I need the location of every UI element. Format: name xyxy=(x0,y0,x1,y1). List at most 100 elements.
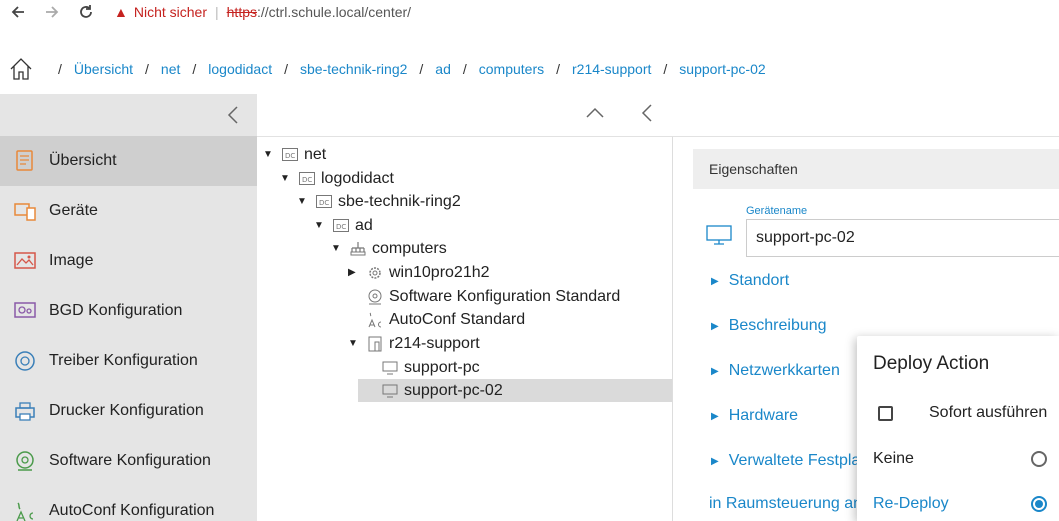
chevron-left-icon xyxy=(641,103,652,122)
immediate-checkbox[interactable] xyxy=(878,405,893,421)
deploy-action-popup: Deploy Action Sofort ausführen Keine Re-… xyxy=(857,336,1059,521)
reload-button[interactable] xyxy=(76,2,96,22)
section-hardware[interactable]: ▶ Hardware xyxy=(711,407,798,425)
sidebar-item-autoconf-config[interactable]: AutoConf Konfiguration xyxy=(0,486,257,521)
expand-toggle-icon[interactable]: ▼ xyxy=(314,220,326,231)
autoconf-config-icon xyxy=(12,498,38,521)
breadcrumb-separator: / xyxy=(419,61,424,77)
breadcrumb-separator: / xyxy=(58,61,62,77)
breadcrumb-separator: / xyxy=(192,61,197,77)
breadcrumb-item-computers[interactable]: computers xyxy=(479,61,544,77)
sidebar-item-overview[interactable]: Übersicht xyxy=(0,136,257,186)
breadcrumb-separator: / xyxy=(462,61,467,77)
sidebar-item-label: Geräte xyxy=(49,202,98,219)
breadcrumb-item-sbe-technik-ring2[interactable]: sbe-technik-ring2 xyxy=(300,61,407,77)
sidebar-item-devices[interactable]: Geräte xyxy=(0,186,257,236)
tree-node-software-standard[interactable]: Software Konfiguration Standard xyxy=(367,285,620,308)
sidebar-item-label: Image xyxy=(49,252,94,269)
url-path: ://ctrl.schule.local/center/ xyxy=(257,4,412,20)
room-control-link[interactable]: in Raumsteuerung an xyxy=(709,495,862,513)
driver-config-icon xyxy=(12,348,38,374)
option-none[interactable]: Keine xyxy=(857,439,1059,479)
sidebar: Übersicht Geräte Image BGD Konfiguration… xyxy=(0,94,257,521)
immediate-option[interactable]: Sofort ausführen xyxy=(857,393,1059,433)
devices-icon xyxy=(12,198,38,224)
expand-toggle-icon[interactable]: ▼ xyxy=(331,243,343,254)
collapse-up-button[interactable] xyxy=(585,106,605,124)
sidebar-item-printer-config[interactable]: Drucker Konfiguration xyxy=(0,386,257,436)
breadcrumb-separator: / xyxy=(663,61,668,77)
expand-toggle-icon[interactable]: ▶ xyxy=(348,267,360,278)
sidebar-item-bgd-config[interactable]: BGD Konfiguration xyxy=(0,286,257,336)
tree-node-sbe-technik-ring2[interactable]: ▼ DC sbe-technik-ring2 xyxy=(297,190,461,213)
sidebar-collapse-button[interactable] xyxy=(0,94,257,136)
breadcrumb-separator: / xyxy=(556,61,560,77)
breadcrumb-item-overview[interactable]: Übersicht xyxy=(74,61,133,77)
tree-node-support-pc-02[interactable]: support-pc-02 xyxy=(358,379,672,402)
section-standort[interactable]: ▶ Standort xyxy=(711,272,789,290)
breadcrumb-item-net[interactable]: net xyxy=(161,61,180,77)
monitor-icon xyxy=(382,383,398,399)
sidebar-item-image[interactable]: Image xyxy=(0,236,257,286)
tree-node-autoconf-standard[interactable]: AutoConf Standard xyxy=(367,308,525,331)
device-name-field[interactable]: support-pc-02 xyxy=(746,219,1059,257)
sidebar-item-driver-config[interactable]: Treiber Konfiguration xyxy=(0,336,257,386)
address-separator: | xyxy=(215,4,219,20)
option-redeploy[interactable]: Re-Deploy xyxy=(857,484,1059,521)
tree-node-win10pro21h2[interactable]: ▶ win10pro21h2 xyxy=(348,261,490,284)
sidebar-item-label: AutoConf Konfiguration xyxy=(49,502,215,519)
tree-node-label: AutoConf Standard xyxy=(389,310,526,328)
forward-button[interactable] xyxy=(42,2,62,22)
expand-toggle-icon[interactable]: ▼ xyxy=(263,149,275,160)
section-label: Hardware xyxy=(728,407,799,424)
expand-toggle-icon[interactable]: ▼ xyxy=(297,196,309,207)
breadcrumb-item-support-pc-02[interactable]: support-pc-02 xyxy=(679,61,765,77)
tree-node-label: support-pc xyxy=(404,358,480,376)
back-button[interactable] xyxy=(8,2,28,22)
radio-button[interactable] xyxy=(1031,451,1047,467)
sidebar-item-label: BGD Konfiguration xyxy=(49,302,183,319)
bgd-config-icon xyxy=(12,298,38,324)
arrow-right-icon xyxy=(46,6,59,18)
address-bar[interactable]: ▲ Nicht sicher | https ://ctrl.schule.lo… xyxy=(114,4,411,20)
svg-text:DC: DC xyxy=(336,223,346,231)
tree-view: ▼ DC net ▼ DC logodidact ▼ DC sbe-techni… xyxy=(257,136,673,521)
dc-icon: DC xyxy=(299,171,315,187)
expand-toggle-icon[interactable]: ▼ xyxy=(280,173,292,184)
tree-node-ad[interactable]: ▼ DC ad xyxy=(314,214,373,237)
breadcrumb-separator: / xyxy=(284,61,288,77)
monitor-icon xyxy=(706,225,732,245)
tree-node-logodidact[interactable]: ▼ DC logodidact xyxy=(280,167,394,190)
tree-node-support-pc[interactable]: support-pc xyxy=(382,356,672,379)
tree-node-computers[interactable]: ▼ computers xyxy=(331,237,447,260)
section-managed-disks[interactable]: ▶ Verwaltete Festpla xyxy=(711,452,860,470)
tree-node-net[interactable]: ▼ DC net xyxy=(263,143,326,166)
breadcrumb-separator: / xyxy=(145,61,149,77)
option-label: Re-Deploy xyxy=(873,495,949,512)
radio-button-selected[interactable] xyxy=(1031,496,1047,512)
sidebar-item-software-config[interactable]: Software Konfiguration xyxy=(0,436,257,486)
home-icon[interactable] xyxy=(8,56,34,82)
security-label[interactable]: Nicht sicher xyxy=(134,4,207,20)
chevron-left-icon xyxy=(227,106,238,124)
section-netzwerkkarten[interactable]: ▶ Netzwerkkarten xyxy=(711,362,840,380)
tree-node-label: net xyxy=(304,145,327,163)
immediate-label: Sofort ausführen xyxy=(929,404,1048,421)
svg-text:DC: DC xyxy=(302,176,312,184)
breadcrumb-item-r214-support[interactable]: r214-support xyxy=(572,61,651,77)
tree-node-label: support-pc-02 xyxy=(404,381,503,399)
url-protocol: https xyxy=(226,4,257,20)
section-beschreibung[interactable]: ▶ Beschreibung xyxy=(711,317,827,335)
breadcrumb-item-ad[interactable]: ad xyxy=(435,61,451,77)
collapse-left-button[interactable] xyxy=(641,103,653,128)
expand-toggle-icon[interactable]: ▼ xyxy=(348,338,360,349)
overview-icon xyxy=(12,148,38,174)
tree-node-label: logodidact xyxy=(321,169,394,187)
warning-icon[interactable]: ▲ xyxy=(114,4,128,20)
dc-icon: DC xyxy=(333,218,349,234)
breadcrumb-item-logodidact[interactable]: logodidact xyxy=(208,61,272,77)
tree-node-r214-support[interactable]: ▼ r214-support xyxy=(348,332,480,355)
section-label: Netzwerkkarten xyxy=(728,362,840,379)
tree-node-label: win10pro21h2 xyxy=(389,263,490,281)
svg-text:DC: DC xyxy=(319,199,329,207)
